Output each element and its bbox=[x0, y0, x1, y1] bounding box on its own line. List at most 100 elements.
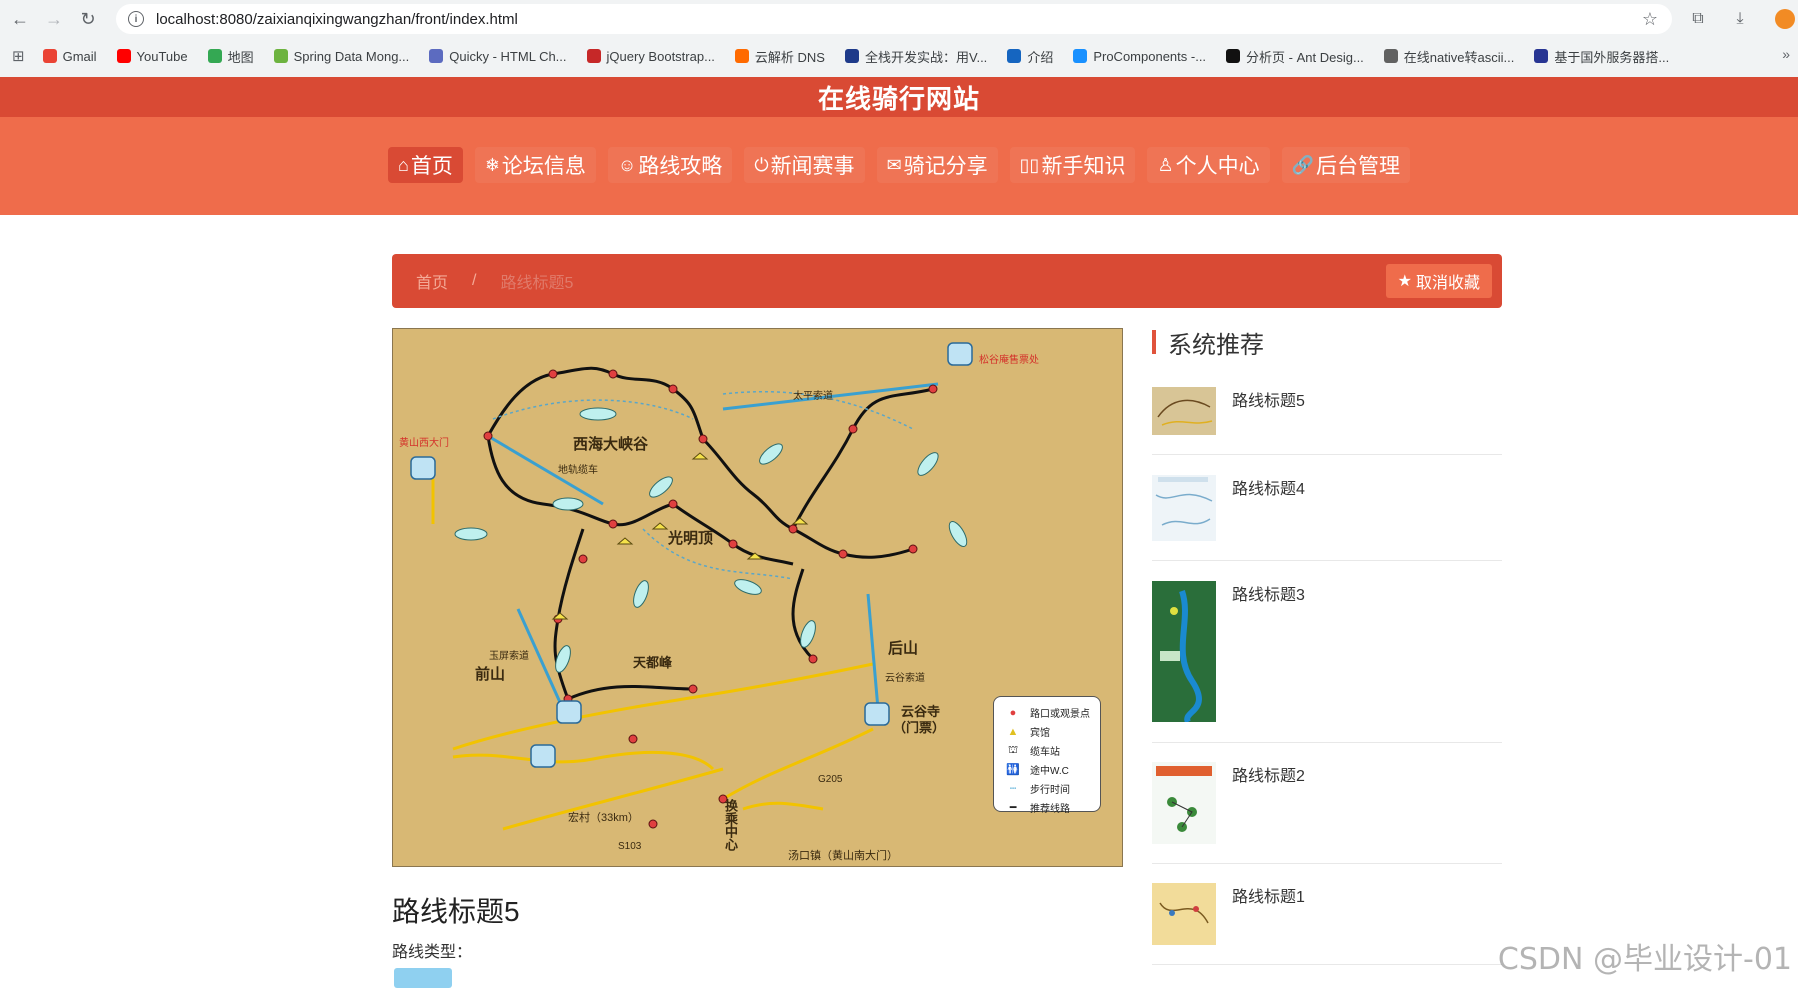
nav-item-1[interactable]: ❄ 论坛信息 bbox=[474, 147, 596, 183]
recommend-title[interactable]: 路线标题1 bbox=[1232, 883, 1305, 907]
toilet-icon: 🚻 bbox=[1006, 764, 1020, 776]
recommend-item-3[interactable]: 路线标题3 bbox=[1152, 581, 1502, 743]
nav-item-4[interactable]: ✉ 骑记分享 bbox=[876, 147, 998, 183]
legend-row: ━ 推荐线路 bbox=[1004, 798, 1100, 817]
recommend-title[interactable]: 路线标题5 bbox=[1232, 387, 1305, 411]
extensions-icon[interactable]: ⧉ bbox=[1682, 4, 1714, 34]
recommend-title[interactable]: 路线标题3 bbox=[1232, 581, 1305, 605]
nav-item-2[interactable]: ☺ 路线攻略 bbox=[607, 147, 733, 183]
red-node-icon: ● bbox=[1009, 706, 1017, 719]
nav-item-3[interactable]: ⏻ 新闻赛事 bbox=[744, 147, 865, 183]
bookmark-favicon-icon bbox=[207, 49, 222, 63]
bookmark-label: 在线native转ascii... bbox=[1403, 49, 1515, 65]
map-place-g205: G205 bbox=[818, 774, 843, 785]
breadcrumb-home-link[interactable]: 首页 bbox=[416, 269, 448, 293]
hotel-icon: ▲ bbox=[1007, 725, 1019, 738]
nav-item-0[interactable]: ⌂ 首页 bbox=[387, 147, 463, 183]
bookmarks-overflow-icon[interactable]: » bbox=[1782, 46, 1790, 62]
thumb-map-4 bbox=[1155, 477, 1213, 526]
bookmark-item[interactable]: Quicky - HTML Ch... bbox=[429, 48, 567, 64]
bookmark-favicon-icon bbox=[1007, 49, 1022, 63]
profile-avatar[interactable] bbox=[1766, 4, 1798, 34]
recommend-item-1[interactable]: 路线标题1 bbox=[1152, 883, 1502, 965]
bookmark-item[interactable]: 云解析 DNS bbox=[734, 47, 825, 66]
reload-icon[interactable]: ↻ bbox=[74, 5, 102, 33]
route-type-tag[interactable] bbox=[394, 968, 452, 988]
url-text: localhost:8080/zaixianqixingwangzhan/fro… bbox=[156, 10, 518, 28]
sidebar-title: 系统推荐 bbox=[1152, 327, 1264, 359]
bookmark-label: 全栈开发实战：用V... bbox=[864, 49, 988, 65]
map-place-songgu: 松谷庵售票处 bbox=[979, 355, 1039, 366]
thumb-route-3 bbox=[1152, 581, 1216, 722]
nav-label: 个人中心 bbox=[1175, 155, 1260, 178]
bookmark-favicon-icon bbox=[586, 49, 601, 63]
bookmark-item[interactable]: YouTube bbox=[116, 48, 188, 64]
legend-row: ● 路口或观景点 bbox=[1004, 703, 1100, 722]
bookmark-favicon-icon bbox=[1073, 49, 1088, 63]
bookmark-label: Gmail bbox=[62, 48, 97, 64]
bookmark-label: 地图 bbox=[227, 49, 254, 65]
bookmark-label: 云解析 DNS bbox=[754, 49, 825, 65]
forward-icon[interactable]: → bbox=[40, 5, 68, 33]
site-header: 在线骑行网站 ⌂ 首页 ❄ 论坛信息 ☺ 路线攻略 ⏻ 新闻赛事 ✉ 骑记分享 ▯▯ 新手知识 ♙ 个人中… bbox=[0, 77, 1798, 215]
breadcrumb-current: 路线标题5 bbox=[500, 275, 574, 292]
bookmark-star-icon[interactable]: ☆ bbox=[1642, 9, 1658, 30]
bookmark-item[interactable]: 分析页 - Ant Desig... bbox=[1226, 47, 1364, 66]
map-label-guangmingding: 光明顶 bbox=[668, 530, 714, 547]
recommend-item-5[interactable]: 路线标题5 bbox=[1152, 387, 1502, 455]
address-bar[interactable]: i localhost:8080/zaixianqixingwangzhan/f… bbox=[116, 4, 1672, 34]
bookmark-label: YouTube bbox=[136, 48, 188, 64]
bookmark-label: Spring Data Mong... bbox=[293, 48, 410, 64]
legend-label: 宾馆 bbox=[1030, 728, 1050, 739]
nav-label: 论坛信息 bbox=[501, 155, 586, 178]
nav-item-6[interactable]: ♙ 个人中心 bbox=[1147, 147, 1270, 183]
cancel-favorite-button[interactable]: ★ 取消收藏 bbox=[1385, 264, 1492, 298]
bookmark-label: 分析页 - Ant Desig... bbox=[1246, 49, 1364, 65]
recommend-item-2[interactable]: 路线标题2 bbox=[1152, 762, 1502, 864]
map-place-west-gate: 黄山西大门 bbox=[399, 438, 449, 449]
map-place-tangkou: 汤口镇（黄山南大门） bbox=[788, 850, 898, 862]
nav-item-5[interactable]: ▯▯ 新手知识 bbox=[1009, 147, 1136, 183]
bookmark-item[interactable]: 介绍 bbox=[1007, 47, 1053, 66]
nav-icon: ♙ bbox=[1157, 154, 1174, 175]
legend-row: ▲ 宾馆 bbox=[1004, 722, 1100, 741]
bookmark-item[interactable]: 在线native转ascii... bbox=[1383, 47, 1515, 66]
thumb-map-1 bbox=[1159, 902, 1209, 924]
bookmark-item[interactable]: 基于国外服务器搭... bbox=[1534, 47, 1669, 66]
bookmark-item[interactable]: 全栈开发实战：用V... bbox=[844, 47, 988, 66]
bookmark-item[interactable]: ProComponents -... bbox=[1073, 49, 1206, 64]
cable-car-icon: ⛫ bbox=[1007, 743, 1019, 756]
recommend-title[interactable]: 路线标题2 bbox=[1232, 762, 1305, 786]
map-label-houshan: 后山 bbox=[888, 640, 919, 657]
thumb-map-3 bbox=[1160, 590, 1202, 722]
bookmark-item[interactable]: 地图 bbox=[207, 47, 254, 66]
watermark: CSDN @毕业设计-01 bbox=[1497, 942, 1792, 977]
download-icon[interactable]: ⤓ bbox=[1724, 4, 1756, 34]
map-place-hongcun: 宏村（33km） bbox=[568, 812, 639, 824]
site-title: 在线骑行网站 bbox=[0, 77, 1798, 117]
bookmark-favicon-icon bbox=[1534, 49, 1549, 63]
nav-label: 骑记分享 bbox=[903, 155, 988, 178]
nav-icon: ⏻ bbox=[754, 154, 769, 175]
title-accent-bar bbox=[1152, 330, 1156, 354]
bookmark-label: Quicky - HTML Ch... bbox=[449, 48, 567, 64]
nav-item-7[interactable]: 🔗 后台管理 bbox=[1281, 147, 1411, 183]
bookmark-item[interactable]: Spring Data Mong... bbox=[273, 48, 410, 64]
bookmark-item[interactable]: jQuery Bootstrap... bbox=[586, 48, 715, 64]
breadcrumb-separator: / bbox=[472, 272, 477, 289]
legend-label: 路口或观景点 bbox=[1030, 709, 1090, 720]
thumb-route-2 bbox=[1152, 762, 1216, 844]
recommend-title[interactable]: 路线标题4 bbox=[1232, 475, 1305, 499]
map-label-xihai: 西海大峡谷 bbox=[573, 436, 649, 453]
browser-toolbar: ← → ↻ i localhost:8080/zaixianqixingwang… bbox=[0, 0, 1798, 38]
breadcrumb: 首页 / 路线标题5 ★ 取消收藏 bbox=[392, 254, 1502, 308]
bookmark-favicon-icon bbox=[734, 49, 749, 63]
back-icon[interactable]: ← bbox=[6, 5, 34, 33]
recommend-item-4[interactable]: 路线标题4 bbox=[1152, 475, 1502, 561]
legend-row: ┄ 步行时间 bbox=[1004, 779, 1100, 798]
apps-grid-icon[interactable]: ⊞ bbox=[12, 47, 25, 65]
route-map-image: 西海大峡谷 光明顶 前山 后山 天都峰 云谷寺 （门票） 换乘中心 太平索道 地… bbox=[392, 328, 1123, 867]
bookmark-item[interactable]: Gmail bbox=[42, 48, 97, 64]
site-info-icon[interactable]: i bbox=[128, 11, 144, 27]
bookmark-label: jQuery Bootstrap... bbox=[606, 48, 715, 64]
